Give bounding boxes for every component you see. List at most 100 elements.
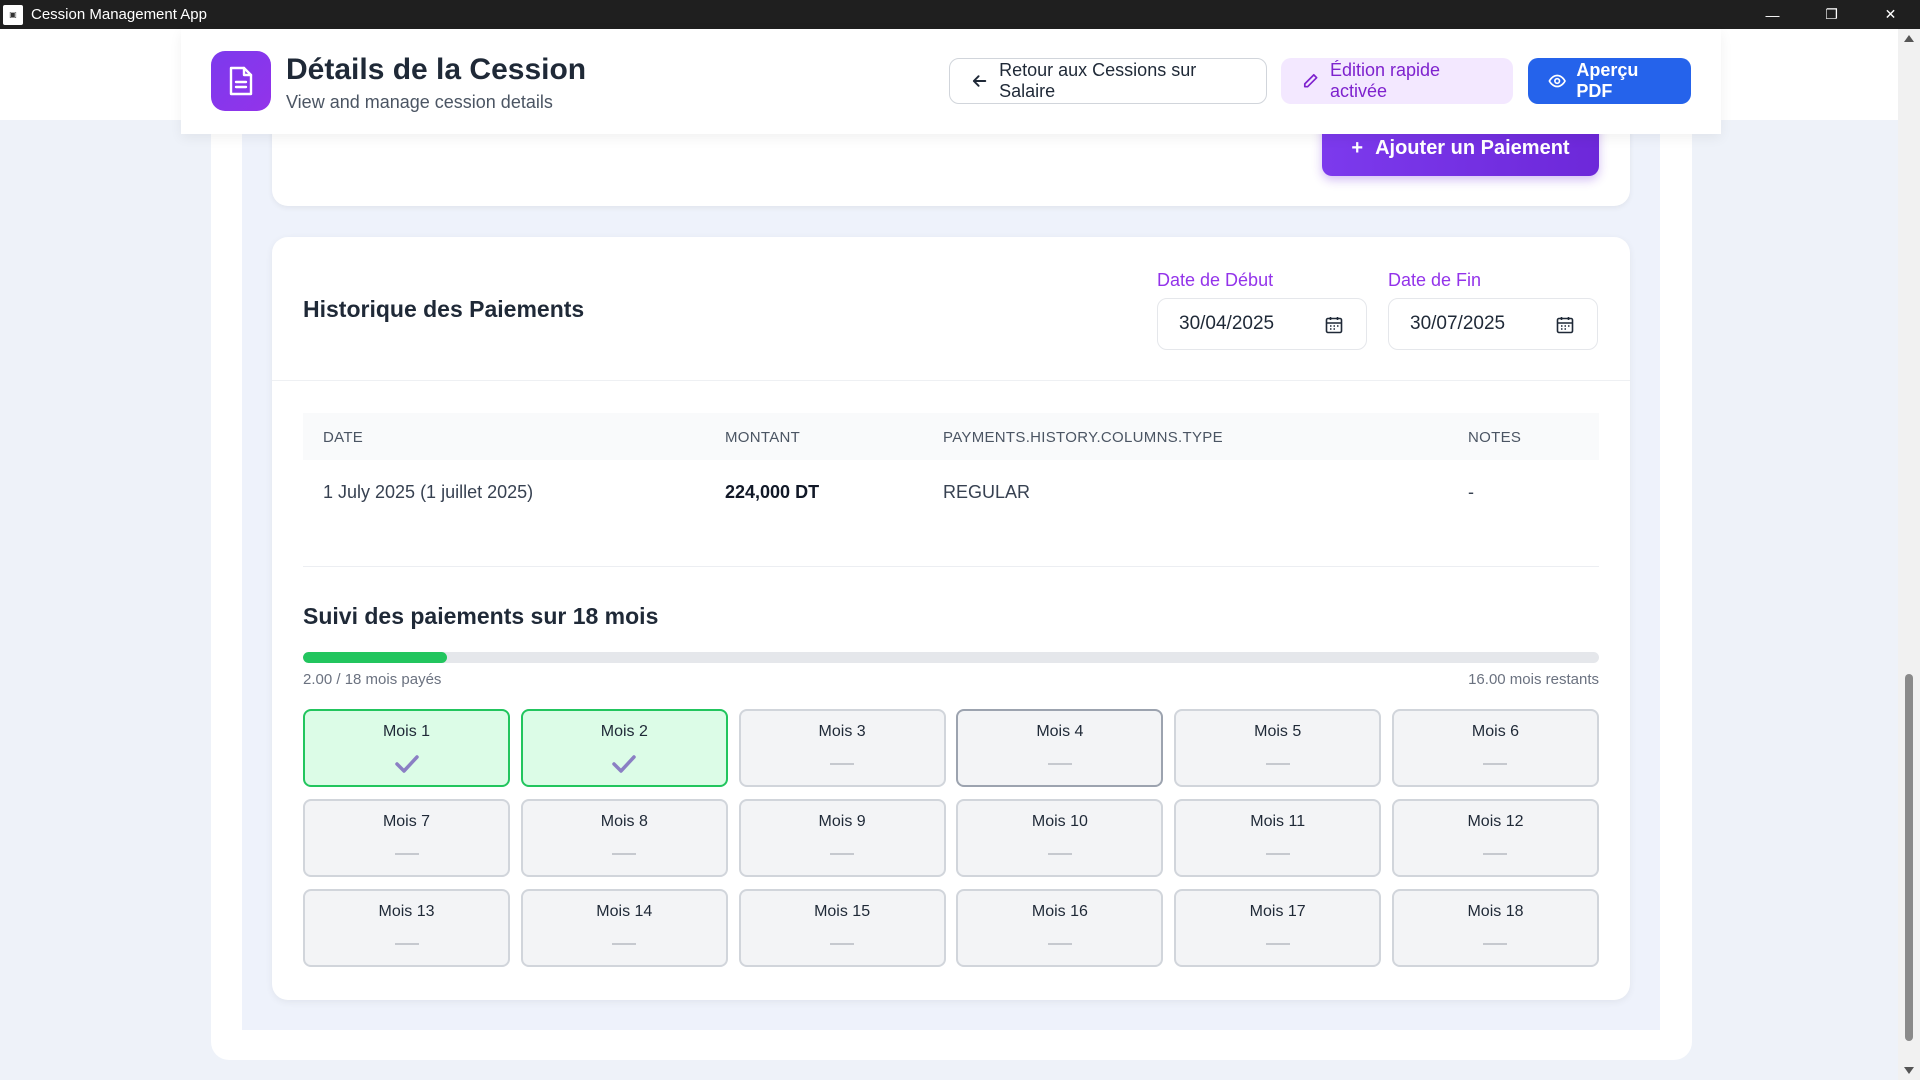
close-button[interactable]: ✕ xyxy=(1861,0,1920,29)
months-grid: Mois 1 Mois 2 Mois 3 Mois 4 Mois 5 Mois 6 Mois… xyxy=(303,709,1599,967)
eye-icon xyxy=(1548,74,1566,88)
month-label: Mois 3 xyxy=(818,723,866,740)
minimize-button[interactable]: — xyxy=(1743,0,1802,29)
month-label: Mois 5 xyxy=(1254,723,1302,740)
month-label: Mois 12 xyxy=(1467,813,1524,830)
start-date-label: Date de Début xyxy=(1157,270,1274,290)
page-title: Détails de la Cession xyxy=(286,53,587,86)
month-tile[interactable]: Mois 3 xyxy=(738,709,946,787)
vertical-scrollbar[interactable] xyxy=(1898,29,1920,1080)
window-title: Cession Management App xyxy=(31,6,207,23)
month-tile[interactable]: Mois 18 xyxy=(1391,889,1599,967)
month-label: Mois 4 xyxy=(1036,723,1084,740)
month-tile[interactable]: Mois 16 xyxy=(956,889,1164,967)
checkmark-icon xyxy=(394,755,419,773)
month-tile[interactable]: Mois 14 xyxy=(520,889,728,967)
page-subtitle: View and manage cession details xyxy=(286,92,553,112)
end-date-value: 30/07/2025 xyxy=(1410,313,1506,334)
column-notes[interactable]: NOTES xyxy=(1468,429,1521,446)
arrow-left-icon xyxy=(972,75,987,87)
end-date-label: Date de Fin xyxy=(1388,270,1482,290)
unpaid-dash-icon xyxy=(394,853,419,855)
unpaid-dash-icon xyxy=(1047,943,1072,945)
scroll-thumb[interactable] xyxy=(1905,674,1913,1041)
month-label: Mois 8 xyxy=(600,813,648,830)
month-tile[interactable]: Mois 1 xyxy=(303,709,510,787)
calendar-icon[interactable] xyxy=(1555,315,1575,335)
tracking-title: Suivi des paiements sur 18 mois xyxy=(303,603,659,629)
row-type: REGULAR xyxy=(943,482,1031,502)
unpaid-dash-icon xyxy=(1483,943,1508,945)
unpaid-dash-icon xyxy=(1047,763,1072,765)
app-icon: ▣ xyxy=(3,4,23,25)
table-row[interactable]: 1 July 2025 (1 juillet 2025) 224,000 DT … xyxy=(303,460,1599,522)
quick-edit-label: Édition rapide activée xyxy=(1329,60,1441,101)
month-label: Mois 9 xyxy=(818,813,866,830)
back-to-cessions-button[interactable]: Retour aux Cessions sur Salaire xyxy=(949,58,1267,104)
month-tile[interactable]: Mois 5 xyxy=(1174,709,1382,787)
history-title: Historique des Paiements xyxy=(303,296,585,322)
remaining-months-text: 16.00 mois restants xyxy=(1468,671,1599,688)
page-header: Détails de la Cession View and manage ce… xyxy=(181,29,1721,134)
window-titlebar: ▣ Cession Management App — ❐ ✕ xyxy=(0,0,1920,29)
month-tile[interactable]: Mois 10 xyxy=(956,799,1164,877)
checkmark-icon xyxy=(612,755,637,773)
history-table-header: DATE MONTANT PAYMENTS.HISTORY.COLUMNS.TY… xyxy=(303,413,1599,460)
month-tile[interactable]: Mois 17 xyxy=(1174,889,1382,967)
month-label: Mois 18 xyxy=(1467,903,1524,920)
plus-icon: + xyxy=(1351,136,1364,159)
month-tile[interactable]: Mois 6 xyxy=(1391,709,1599,787)
back-label: Retour aux Cessions sur Salaire xyxy=(999,60,1197,101)
column-type[interactable]: PAYMENTS.HISTORY.COLUMNS.TYPE xyxy=(943,429,1223,446)
month-label: Mois 16 xyxy=(1031,903,1088,920)
scroll-up-arrow-icon[interactable] xyxy=(1904,35,1914,42)
unpaid-dash-icon xyxy=(612,943,637,945)
month-label: Mois 17 xyxy=(1249,903,1306,920)
month-label: Mois 13 xyxy=(378,903,435,920)
month-label: Mois 11 xyxy=(1250,813,1306,830)
row-notes: - xyxy=(1468,482,1474,502)
unpaid-dash-icon xyxy=(830,853,855,855)
column-date[interactable]: DATE xyxy=(323,429,363,446)
pdf-preview-button[interactable]: Aperçu PDF xyxy=(1528,58,1691,104)
row-date: 1 July 2025 (1 juillet 2025) xyxy=(323,482,534,502)
month-tile[interactable]: Mois 12 xyxy=(1391,799,1599,877)
divider xyxy=(303,566,1599,567)
calendar-icon[interactable] xyxy=(1324,315,1344,335)
month-tile[interactable]: Mois 8 xyxy=(520,799,728,877)
month-tile[interactable]: Mois 13 xyxy=(303,889,510,967)
month-tile[interactable]: Mois 15 xyxy=(738,889,946,967)
end-date-input[interactable]: 30/07/2025 xyxy=(1388,298,1598,350)
unpaid-dash-icon xyxy=(1265,853,1290,855)
unpaid-dash-icon xyxy=(1265,763,1290,765)
document-icon xyxy=(211,51,271,111)
unpaid-dash-icon xyxy=(1265,943,1290,945)
month-tile[interactable]: Mois 7 xyxy=(303,799,510,877)
month-tile[interactable]: Mois 2 xyxy=(520,709,728,787)
row-amount: 224,000 DT xyxy=(725,482,820,502)
scroll-down-arrow-icon[interactable] xyxy=(1904,1067,1914,1074)
month-label: Mois 14 xyxy=(596,903,653,920)
month-label: Mois 6 xyxy=(1471,723,1520,740)
unpaid-dash-icon xyxy=(830,763,855,765)
unpaid-dash-icon xyxy=(1047,853,1072,855)
add-payment-label: Ajouter un Paiement xyxy=(1375,136,1570,159)
month-label: Mois 10 xyxy=(1031,813,1088,830)
month-tile[interactable]: Mois 9 xyxy=(738,799,946,877)
month-label: Mois 2 xyxy=(600,723,648,740)
pencil-icon xyxy=(1303,73,1318,88)
unpaid-dash-icon xyxy=(830,943,855,945)
unpaid-dash-icon xyxy=(394,943,419,945)
start-date-value: 30/04/2025 xyxy=(1179,313,1275,334)
unpaid-dash-icon xyxy=(1483,853,1508,855)
paid-months-text: 2.00 / 18 mois payés xyxy=(303,671,442,688)
payment-progress-bar xyxy=(303,652,1599,663)
pdf-label: Aperçu PDF xyxy=(1576,60,1639,101)
quick-edit-button[interactable]: Édition rapide activée xyxy=(1281,58,1513,104)
restore-button[interactable]: ❐ xyxy=(1802,0,1861,29)
column-amount[interactable]: MONTANT xyxy=(725,429,800,446)
month-tile[interactable]: Mois 4 xyxy=(956,709,1164,787)
start-date-input[interactable]: 30/04/2025 xyxy=(1157,298,1367,350)
divider xyxy=(272,380,1630,381)
month-tile[interactable]: Mois 11 xyxy=(1174,799,1382,877)
